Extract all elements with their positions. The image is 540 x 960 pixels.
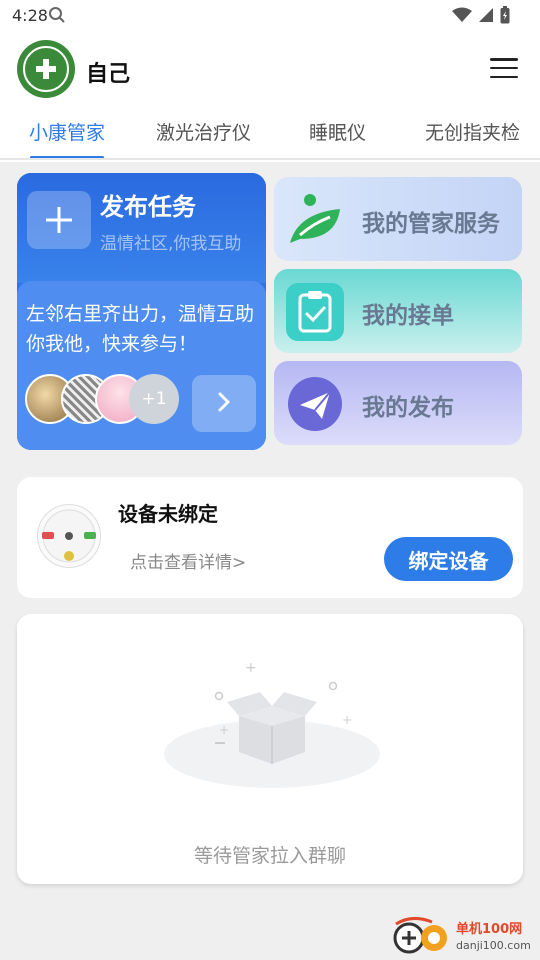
leaf-icon <box>286 191 344 249</box>
service-label: 我的接单 <box>362 303 454 329</box>
svg-text:+: + <box>219 723 229 737</box>
watermark-logo-icon <box>392 914 450 960</box>
my-butler-service-card[interactable]: 我的管家服务 <box>274 177 522 261</box>
watermark-url: danji100.com <box>456 938 531 952</box>
device-card: 设备未绑定 点击查看详情> 绑定设备 <box>17 477 523 598</box>
tab-bar: 小康管家 激光治疗仪 睡眠仪 无创指夹检 <box>0 114 540 159</box>
task-description: 左邻右里齐出力，温情互助你我他，快来参与！ <box>26 303 255 355</box>
my-posts-card[interactable]: 我的发布 <box>274 361 522 445</box>
wifi-icon <box>452 7 472 27</box>
device-title: 设备未绑定 <box>118 502 218 526</box>
app-header: 自己 小康管家 激光治疗仪 睡眠仪 无创指夹检 <box>0 32 540 162</box>
watermark: 单机100网 danji100.com <box>392 915 540 960</box>
plus-icon <box>27 191 91 249</box>
hospital-logo-icon <box>23 46 69 92</box>
menu-button[interactable] <box>490 58 518 78</box>
service-label: 我的管家服务 <box>362 211 500 237</box>
task-subtitle: 温情社区,你我互助 <box>100 234 242 254</box>
watermark-name: 单机100网 <box>456 921 523 937</box>
status-bar: 4:28 <box>0 0 540 32</box>
menu-icon-line <box>490 75 518 78</box>
participant-avatars: +1 <box>25 374 179 426</box>
menu-icon-line <box>490 58 518 61</box>
tab-xiaokang[interactable]: 小康管家 <box>29 118 105 145</box>
clipboard-check-icon <box>286 283 344 341</box>
task-title: 发布任务 <box>100 193 196 221</box>
tab-finger-clip[interactable]: 无创指夹检 <box>425 118 520 145</box>
publish-task-card[interactable]: 发布任务 温情社区,你我互助 左邻右里齐出力，温情互助你我他，快来参与！ +1 <box>17 173 266 450</box>
device-detail-link[interactable]: 点击查看详情> <box>130 548 246 573</box>
group-chat-card: + + + 等待管家拉入群聊 <box>17 614 523 884</box>
status-time: 4:28 <box>12 6 48 25</box>
empty-state-text: 等待管家拉入群聊 <box>193 845 346 867</box>
svg-text:+: + <box>342 713 352 727</box>
battery-icon <box>500 6 510 28</box>
paper-plane-icon <box>286 375 344 433</box>
tab-sleep[interactable]: 睡眠仪 <box>309 118 366 145</box>
watermark-text: 单机100网 danji100.com <box>456 922 531 954</box>
my-orders-card[interactable]: 我的接单 <box>274 269 522 353</box>
search-status-icon <box>48 6 66 28</box>
svg-text:+: + <box>245 660 257 676</box>
header-divider <box>0 158 540 160</box>
task-card-bottom: 左邻右里齐出力，温情互助你我他，快来参与！ +1 <box>17 281 266 450</box>
task-arrow-button[interactable] <box>192 375 256 432</box>
device-icon <box>37 504 101 568</box>
chevron-right-icon <box>216 391 232 417</box>
task-card-top: 发布任务 温情社区,你我互助 <box>17 173 266 283</box>
empty-box-icon: + + + <box>157 654 387 794</box>
tab-laser[interactable]: 激光治疗仪 <box>156 118 251 145</box>
participant-count: +1 <box>129 374 179 424</box>
menu-icon-line <box>490 66 518 70</box>
service-label: 我的发布 <box>362 395 454 421</box>
bind-device-button[interactable]: 绑定设备 <box>384 537 513 581</box>
signal-icon <box>478 7 494 27</box>
user-name: 自己 <box>86 62 131 87</box>
avatar[interactable] <box>17 40 75 98</box>
